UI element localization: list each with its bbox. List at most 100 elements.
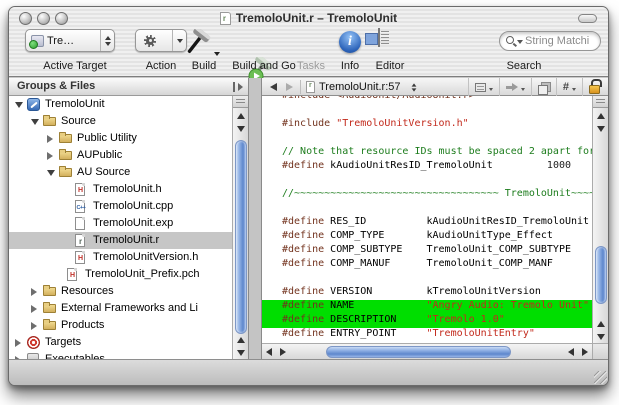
sidebar-item-tremolounit[interactable]: TremoloUnit [9,96,232,113]
sidebar-item-tremolounit-h[interactable]: TremoloUnit.h [9,181,232,198]
minimize-button[interactable] [37,12,50,25]
code-line: //~~~~~~~~~~~~~~~~~~~~~~~~~~~~~~~~~~ Tre… [262,188,592,202]
active-target-caption: Active Target [25,59,125,75]
disclosure-triangle-icon[interactable] [31,119,39,125]
scroll-down-arrow[interactable] [233,122,248,135]
disclosure-triangle-icon[interactable] [31,288,37,296]
action-popup[interactable] [135,29,187,52]
editor-vertical-scrollbar[interactable] [592,96,608,343]
sidebar-item-tremolounitversion-h[interactable]: TremoloUnitVersion.h [9,249,232,266]
sidebar-item-label: AUPublic [77,147,122,164]
breakpoints-button[interactable] [499,78,531,96]
code-line: #define COMP_SUBTYPE TremoloUnit_COMP_SU… [262,244,592,258]
sidebar-item-label: External Frameworks and Li [61,300,198,317]
split-pane-icon[interactable] [593,96,608,108]
scroll-left-arrow[interactable] [564,344,578,359]
editor-pane: TremoloUnit.r:57 # [261,78,608,359]
project-icon [27,98,40,111]
disclosure-triangle-icon[interactable] [47,170,55,176]
sidebar-scrollbar[interactable] [232,96,248,359]
bookmarks-button[interactable] [468,78,499,96]
code-line: #define COMP_MANUF TremoloUnit_COMP_MANF [262,258,592,272]
titlebar[interactable]: TremoloUnit.r – TremoloUnit [9,7,608,29]
forward-button[interactable] [286,83,293,91]
build-dropdown-icon [214,52,220,56]
disclosure-triangle-icon[interactable] [31,305,37,313]
sidebar-item-label: Public Utility [77,130,137,147]
code-editor[interactable]: #include <AudioUnit/AudioUnit.r>#include… [262,96,592,343]
info-caption: Info [334,59,366,75]
scroll-right-arrow[interactable] [276,344,290,359]
sidebar-item-resources[interactable]: Resources [9,283,232,300]
search-icon [506,36,514,44]
header-file-icon [75,251,85,264]
scroll-down-arrow[interactable] [233,346,248,359]
editor-button[interactable] [378,29,380,59]
editor-icon [378,28,380,47]
active-target-popup[interactable]: Tre… [25,29,115,52]
disclosure-triangle-icon[interactable] [15,102,23,108]
counterpart-button[interactable] [531,78,556,96]
toolbar-collapse-button[interactable] [578,14,597,23]
active-target-label: Tre… [47,35,74,47]
sidebar-scroller-thumb[interactable] [235,140,247,334]
scroll-down-arrow[interactable] [593,122,608,135]
scroll-right-arrow[interactable] [578,344,592,359]
groups-files-sidebar: Groups & Files TremoloUnitSourcePublic U… [9,78,249,359]
disclosure-triangle-icon[interactable] [47,135,53,143]
disclosure-triangle-icon[interactable] [47,152,53,160]
rez-file-icon [306,81,315,93]
disclosure-triangle-icon[interactable] [31,322,37,330]
split-pane-icon[interactable] [233,96,248,108]
disclosure-triangle-icon[interactable] [15,339,21,347]
sidebar-item-executables[interactable]: Executables [9,351,232,359]
exp-file-icon [75,217,85,230]
file-history-popup[interactable]: TremoloUnit.r:57 [306,78,417,96]
sidebar-item-public-utility[interactable]: Public Utility [9,130,232,147]
sidebar-item-tremolounit-prefix-pch[interactable]: TremoloUnit_Prefix.pch [9,266,232,283]
folder-icon [43,321,56,330]
hammer-icon [185,29,217,57]
editor-scroller-thumb[interactable] [595,246,607,304]
code-line: #include "TremoloUnitVersion.h" [262,118,592,132]
target-cube-icon [31,35,44,47]
sidebar-item-tremolounit-r[interactable]: TremoloUnit.r [9,232,232,249]
search-input[interactable]: String Matchi [499,31,601,51]
sidebar-item-aupublic[interactable]: AUPublic [9,147,232,164]
scroll-up-arrow[interactable] [593,317,608,330]
sidebar-item-au-source[interactable]: AU Source [9,164,232,181]
sidebar-splitter-icon[interactable] [233,82,245,92]
sidebar-item-label: TremoloUnit.r [93,232,159,249]
lock-button[interactable] [582,78,608,96]
build-button[interactable] [185,29,219,57]
scroll-up-arrow[interactable] [233,333,248,346]
sidebar-item-products[interactable]: Products [9,317,232,334]
horizontal-scroller-thumb[interactable] [326,346,511,358]
scroll-down-arrow[interactable] [593,330,608,343]
symbols-popup[interactable]: # [556,78,582,96]
sidebar-item-label: Source [61,113,96,130]
info-button[interactable]: i [339,29,361,59]
groups-files-header-label: Groups & Files [17,80,95,92]
code-line: #define kAudioUnitResID_TremoloUnit 1000 [262,160,592,174]
scroll-up-arrow[interactable] [593,109,608,122]
sidebar-item-external-frameworks-and-li[interactable]: External Frameworks and Li [9,300,232,317]
scroll-left-arrow[interactable] [262,344,276,359]
editor-horizontal-scrollbar[interactable] [262,343,592,359]
sidebar-item-tremolounit-exp[interactable]: TremoloUnit.exp [9,215,232,232]
editor-navbar: TremoloUnit.r:57 # [262,78,608,96]
xcode-window: TremoloUnit.r – TremoloUnit Tre… [8,6,609,386]
info-icon: i [339,31,361,53]
sidebar-item-targets[interactable]: Targets [9,334,232,351]
zoom-button[interactable] [55,12,68,25]
sidebar-item-label: Targets [45,334,81,351]
scroll-up-arrow[interactable] [233,109,248,122]
code-line: #define RES_ID kAudioUnitResID_TremoloUn… [262,216,592,230]
sidebar-item-source[interactable]: Source [9,113,232,130]
sidebar-tree: TremoloUnitSourcePublic UtilityAUPublicA… [9,96,232,359]
file-stepper-icon [411,83,417,92]
back-button[interactable] [270,83,277,91]
sidebar-item-tremolounit-cpp[interactable]: TremoloUnit.cpp [9,198,232,215]
close-button[interactable] [19,12,32,25]
resize-grip[interactable] [594,371,607,384]
